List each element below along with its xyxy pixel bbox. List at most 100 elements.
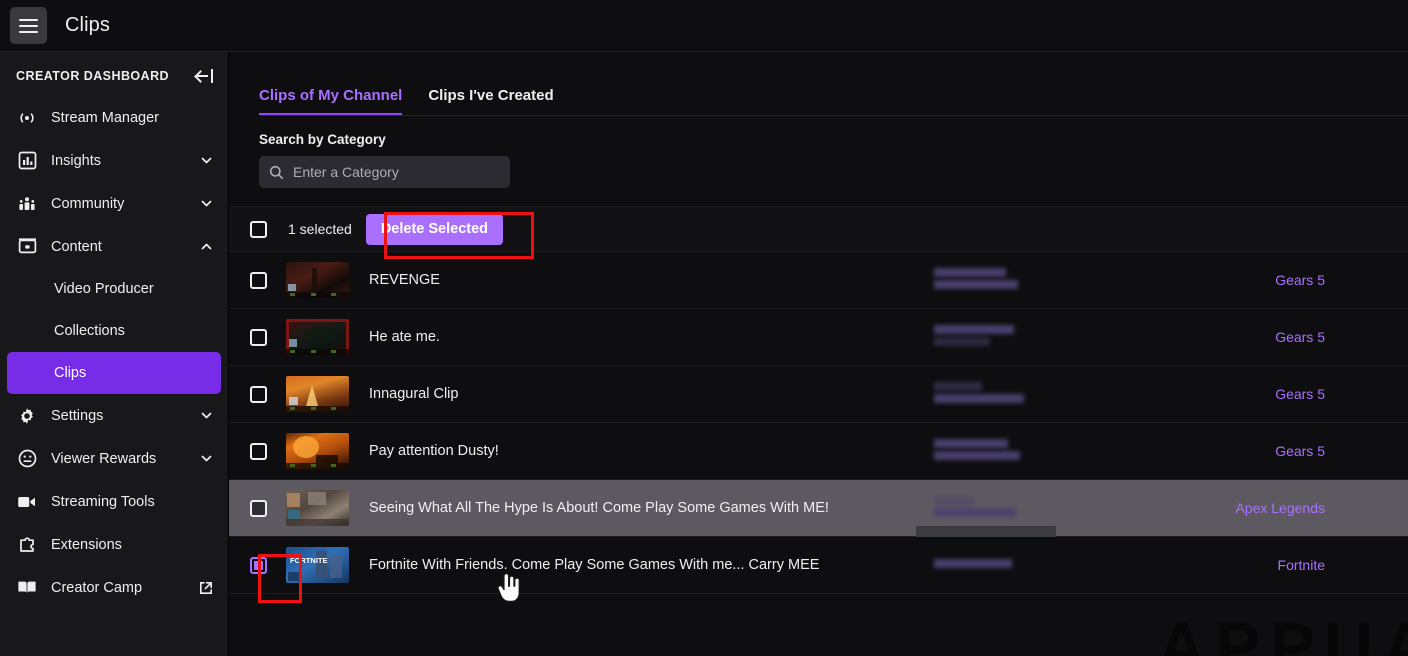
sidebar-item-label: Stream Manager: [51, 110, 159, 126]
sidebar-header: CREATOR DASHBOARD: [0, 58, 228, 96]
select-all-checkbox[interactable]: [250, 221, 267, 238]
tab-clips-of-my-channel[interactable]: Clips of My Channel: [259, 87, 402, 115]
sidebar-item-label: Content: [51, 239, 102, 255]
row-checkbox[interactable]: [250, 329, 267, 346]
watermark: APPUALS wsxdn.com: [1157, 608, 1408, 656]
sidebar-item-label: Streaming Tools: [51, 494, 155, 510]
clip-title: Fortnite With Friends. Come Play Some Ga…: [369, 557, 819, 573]
row-checkbox[interactable]: [250, 272, 267, 289]
clip-game-link[interactable]: Fortnite: [1278, 557, 1325, 573]
broadcast-icon: [16, 107, 38, 129]
table-row[interactable]: Innagural Clip Gears 5: [229, 366, 1408, 423]
selected-count-label: 1 selected: [288, 221, 352, 237]
row-checkbox[interactable]: [250, 386, 267, 403]
clip-title: Pay attention Dusty!: [369, 443, 499, 459]
sidebar-item-label: Settings: [51, 408, 103, 424]
sidebar-item-community[interactable]: Community: [7, 182, 221, 225]
chevron-up-icon[interactable]: [201, 241, 212, 252]
sidebar-item-label: Creator Camp: [51, 580, 142, 596]
sidebar-item-streaming-tools[interactable]: Streaming Tools: [7, 480, 221, 523]
clip-game-link[interactable]: Gears 5: [1275, 329, 1325, 345]
delete-selected-button[interactable]: Delete Selected: [366, 214, 503, 245]
clip-list: 1 selected Delete Selected REVENGE Gears…: [229, 206, 1408, 594]
chevron-down-icon[interactable]: [201, 198, 212, 209]
clip-game-link[interactable]: Gears 5: [1275, 443, 1325, 459]
collapse-left-icon[interactable]: [196, 68, 214, 84]
page-body: CREATOR DASHBOARD Stream Manager Insight…: [0, 52, 1408, 656]
redacted-channel: [934, 268, 1018, 292]
redacted-channel: [934, 496, 1016, 520]
sidebar-item-label: Viewer Rewards: [51, 451, 156, 467]
gear-icon: [16, 405, 38, 427]
clip-thumbnail: [286, 262, 349, 298]
row-checkbox[interactable]: [250, 557, 267, 574]
redacted-channel: [934, 439, 1020, 463]
video-camera-icon: [16, 491, 38, 513]
row-checkbox[interactable]: [250, 443, 267, 460]
clip-title: Innagural Clip: [369, 386, 458, 402]
sidebar-item-insights[interactable]: Insights: [7, 139, 221, 182]
sidebar-header-label: CREATOR DASHBOARD: [16, 69, 169, 83]
tab-clips-ive-created[interactable]: Clips I've Created: [428, 87, 553, 115]
sidebar-item-settings[interactable]: Settings: [7, 394, 221, 437]
clip-thumbnail: [286, 490, 349, 526]
search-placeholder: Enter a Category: [293, 164, 399, 180]
clip-game-link[interactable]: Apex Legends: [1235, 500, 1325, 516]
hamburger-icon[interactable]: [10, 7, 47, 44]
sidebar-item-label: Collections: [54, 323, 125, 339]
clip-thumbnail: FORTNITE: [286, 547, 349, 583]
book-icon: [16, 577, 38, 599]
sidebar-item-stream-manager[interactable]: Stream Manager: [7, 96, 221, 139]
sidebar-item-label: Clips: [54, 365, 86, 381]
smiley-icon: [16, 448, 38, 470]
tab-bar: Clips of My Channel Clips I've Created: [229, 52, 1408, 115]
sidebar-item-label: Insights: [51, 153, 101, 169]
sidebar-item-clips[interactable]: Clips: [7, 352, 221, 394]
table-row[interactable]: Pay attention Dusty! Gears 5: [229, 423, 1408, 480]
watermark-text: APPUALS: [1157, 608, 1408, 656]
sidebar-item-extensions[interactable]: Extensions: [7, 523, 221, 566]
sidebar-item-viewer-rewards[interactable]: Viewer Rewards: [7, 437, 221, 480]
puzzle-icon: [16, 534, 38, 556]
clip-game-link[interactable]: Gears 5: [1275, 386, 1325, 402]
chevron-down-icon[interactable]: [201, 453, 212, 464]
clip-thumbnail: [286, 433, 349, 469]
sidebar-item-video-producer[interactable]: Video Producer: [7, 268, 221, 310]
search-block: Search by Category Enter a Category: [229, 116, 1408, 188]
search-input[interactable]: Enter a Category: [259, 156, 510, 188]
main-content: Clips of My Channel Clips I've Created S…: [229, 52, 1408, 656]
sidebar-item-label: Video Producer: [54, 281, 154, 297]
row-checkbox[interactable]: [250, 500, 267, 517]
clip-thumbnail: [286, 376, 349, 412]
sidebar-item-label: Extensions: [51, 537, 122, 553]
page-title: Clips: [65, 14, 110, 37]
search-icon: [269, 165, 284, 180]
clip-title: Seeing What All The Hype Is About! Come …: [369, 500, 829, 516]
clip-title: REVENGE: [369, 272, 440, 288]
external-link-icon[interactable]: [199, 581, 212, 594]
table-row[interactable]: FORTNITE Fortnite With Friends. Come Pla…: [229, 537, 1408, 594]
sidebar-item-content[interactable]: Content: [7, 225, 221, 268]
search-label: Search by Category: [259, 132, 1408, 147]
svg-text:FORTNITE: FORTNITE: [290, 556, 328, 565]
table-row[interactable]: REVENGE Gears 5: [229, 252, 1408, 309]
clip-title: He ate me.: [369, 329, 440, 345]
chevron-down-icon[interactable]: [201, 410, 212, 421]
table-row[interactable]: Seeing What All The Hype Is About! Come …: [229, 480, 1408, 537]
chevron-down-icon[interactable]: [201, 155, 212, 166]
bar-chart-icon: [16, 150, 38, 172]
sidebar-item-creator-camp[interactable]: Creator Camp: [7, 566, 221, 609]
top-bar: Clips: [0, 0, 1408, 52]
table-row[interactable]: He ate me. Gears 5: [229, 309, 1408, 366]
redacted-channel: [934, 325, 1014, 349]
clips-page: Clips CREATOR DASHBOARD Stream Manager: [0, 0, 1408, 656]
sidebar-item-collections[interactable]: Collections: [7, 310, 221, 352]
content-icon: [16, 236, 38, 258]
sidebar-item-label: Community: [51, 196, 124, 212]
community-icon: [16, 193, 38, 215]
clip-game-link[interactable]: Gears 5: [1275, 272, 1325, 288]
redacted-channel: [934, 382, 1024, 406]
clip-thumbnail: [286, 319, 349, 355]
sidebar: CREATOR DASHBOARD Stream Manager Insight…: [0, 52, 229, 656]
list-toolbar: 1 selected Delete Selected: [229, 206, 1408, 252]
